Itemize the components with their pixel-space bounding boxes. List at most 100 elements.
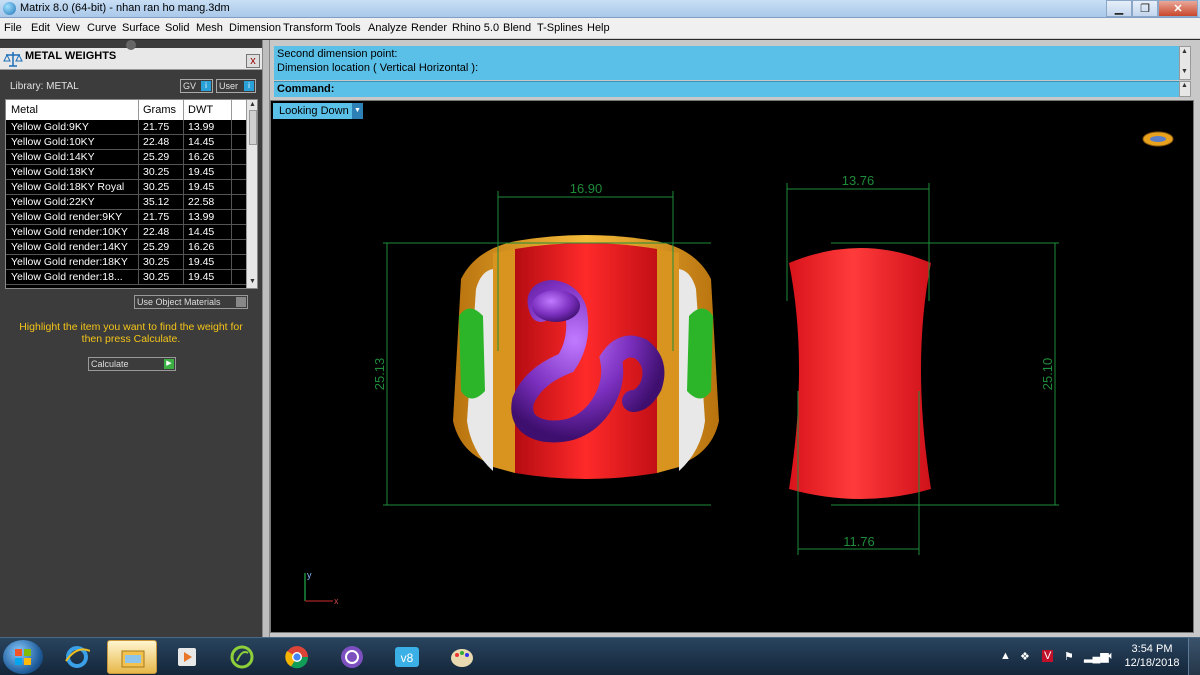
column-separator [231, 150, 232, 164]
scroll-down-icon[interactable]: ▼ [249, 278, 256, 285]
menu-dimension[interactable]: Dimension [229, 22, 281, 34]
taskbar-ie-button[interactable] [52, 640, 102, 674]
volume-icon[interactable]: 🔈︎ [1108, 650, 1115, 663]
column-separator [138, 240, 139, 254]
cell-grams: 30.25 [143, 166, 170, 178]
system-clock[interactable]: 3:54 PM 12/18/2018 [1122, 642, 1182, 670]
menu-solid[interactable]: Solid [165, 22, 189, 34]
menu-surface[interactable]: Surface [122, 22, 160, 34]
column-header-dwt[interactable]: DWT [188, 104, 213, 116]
minimize-button[interactable]: ▁ [1106, 0, 1132, 17]
table-row[interactable]: Yellow Gold render:18KY 30.25 19.45 [6, 255, 246, 270]
viewport-canvas[interactable]: 16.90 25.13 13.76 25.10 11.76 y x [271, 101, 1194, 633]
use-object-materials-label: Use Object Materials [137, 297, 221, 307]
menu-analyze[interactable]: Analyze [368, 22, 407, 34]
column-separator [231, 135, 232, 149]
maximize-button[interactable]: ❐ [1132, 0, 1158, 17]
panel-splitter[interactable] [262, 40, 270, 637]
collapse-knob-icon[interactable] [126, 40, 136, 50]
menu-rhino[interactable]: Rhino 5.0 [452, 22, 499, 34]
column-separator [231, 120, 232, 134]
use-object-materials-button[interactable]: Use Object Materials [134, 295, 248, 309]
taskbar-viber-button[interactable] [327, 640, 377, 674]
network-icon[interactable]: ▂▄▆ [1084, 650, 1109, 663]
ring-front-view[interactable] [453, 235, 719, 479]
calculate-play-icon: ▶ [164, 359, 174, 369]
menu-render[interactable]: Render [411, 22, 447, 34]
scale-icon [3, 52, 23, 67]
column-separator [183, 135, 184, 149]
column-separator [183, 180, 184, 194]
view-orientation-icon[interactable] [1142, 131, 1174, 147]
table-row[interactable]: Yellow Gold render:10KY 22.48 14.45 [6, 225, 246, 240]
table-scrollbar[interactable]: ▲ ▼ [246, 100, 257, 288]
cell-grams: 21.75 [143, 211, 170, 223]
taskbar-matrix-button[interactable] [217, 640, 267, 674]
taskbar: v8 ▲ ❖ V ⚑ ▂▄▆ 🔈︎ 3:54 PM 12/18/2018 [0, 637, 1200, 675]
menu-tsplines[interactable]: T-Splines [537, 22, 583, 34]
taskbar-media-button[interactable] [162, 640, 212, 674]
ring-side-view[interactable] [789, 248, 931, 499]
cell-grams: 25.29 [143, 151, 170, 163]
flag-icon[interactable]: ⚑ [1064, 650, 1074, 663]
tray-expand-icon[interactable]: ▲ [1000, 650, 1011, 662]
table-row[interactable]: Yellow Gold render:14KY 25.29 16.26 [6, 240, 246, 255]
scroll-up-icon[interactable]: ▲ [249, 101, 256, 108]
table-row[interactable]: Yellow Gold render:18... 30.25 19.45 [6, 270, 246, 285]
cell-grams: 30.25 [143, 181, 170, 193]
menu-blend[interactable]: Blend [503, 22, 531, 34]
scroll-thumb[interactable] [249, 110, 257, 145]
menu-help[interactable]: Help [587, 22, 610, 34]
table-row[interactable]: Yellow Gold:14KY 25.29 16.26 [6, 150, 246, 165]
table-row[interactable]: Yellow Gold:10KY 22.48 14.45 [6, 135, 246, 150]
table-row[interactable]: Yellow Gold render:9KY 21.75 13.99 [6, 210, 246, 225]
menu-view[interactable]: View [56, 22, 80, 34]
menu-curve[interactable]: Curve [87, 22, 116, 34]
scroll-up-icon[interactable]: ▲ [1181, 82, 1188, 89]
history-scrollbar[interactable]: ▲ ▼ [1179, 46, 1191, 80]
gv-button[interactable]: GV i [180, 79, 213, 93]
close-button[interactable]: ✕ [1158, 0, 1198, 17]
scroll-up-icon[interactable]: ▲ [1181, 48, 1188, 55]
viewport-looking-down[interactable]: 16.90 25.13 13.76 25.10 11.76 y x Lookin… [270, 100, 1194, 633]
panel-header: METAL WEIGHTS x [0, 40, 262, 70]
cell-dwt: 13.99 [188, 211, 215, 223]
column-separator [183, 165, 184, 179]
command-scrollbar[interactable]: ▲ [1179, 81, 1191, 97]
view-name-dropdown[interactable]: Looking Down ▼ [273, 103, 363, 119]
dim-side-top-width: 13.76 [842, 173, 875, 188]
table-row[interactable]: Yellow Gold:22KY 35.12 22.58 [6, 195, 246, 210]
menu-edit[interactable]: Edit [31, 22, 50, 34]
command-line[interactable]: Command: [274, 81, 1188, 97]
menu-bar: File Edit View Curve Surface Solid Mesh … [0, 18, 1200, 39]
table-row[interactable]: Yellow Gold:9KY 21.75 13.99 [6, 120, 246, 135]
cell-dwt: 19.45 [188, 181, 215, 193]
column-header-grams[interactable]: Grams [143, 104, 176, 116]
show-desktop-button[interactable] [1188, 638, 1200, 675]
menu-transform[interactable]: Transform [283, 22, 333, 34]
scroll-down-icon[interactable]: ▼ [1181, 68, 1188, 75]
menu-tools[interactable]: Tools [335, 22, 361, 34]
panel-close-button[interactable]: x [246, 54, 260, 68]
taskbar-paint-button[interactable] [437, 640, 487, 674]
view-dropdown-arrow-icon[interactable]: ▼ [352, 103, 363, 119]
table-row[interactable]: Yellow Gold:18KY 30.25 19.45 [6, 165, 246, 180]
dropbox-icon[interactable]: ❖ [1020, 650, 1030, 663]
taskbar-chrome-button[interactable] [272, 640, 322, 674]
taskbar-v8-button[interactable]: v8 [382, 640, 432, 674]
calculate-button[interactable]: Calculate ▶ [88, 357, 176, 371]
cell-dwt: 13.99 [188, 121, 215, 133]
table-row[interactable]: Yellow Gold:18KY Royal 30.25 19.45 [6, 180, 246, 195]
cell-metal: Yellow Gold render:18KY [11, 256, 128, 268]
start-button[interactable] [3, 640, 43, 674]
column-separator [183, 225, 184, 239]
menu-file[interactable]: File [4, 22, 22, 34]
user-button[interactable]: User i [216, 79, 256, 93]
cell-metal: Yellow Gold render:10KY [11, 226, 128, 238]
column-header-metal[interactable]: Metal [11, 104, 38, 116]
column-separator [138, 225, 139, 239]
menu-mesh[interactable]: Mesh [196, 22, 223, 34]
vpn-icon[interactable]: V [1042, 650, 1054, 662]
taskbar-explorer-button[interactable] [107, 640, 157, 674]
cell-grams: 22.48 [143, 226, 170, 238]
